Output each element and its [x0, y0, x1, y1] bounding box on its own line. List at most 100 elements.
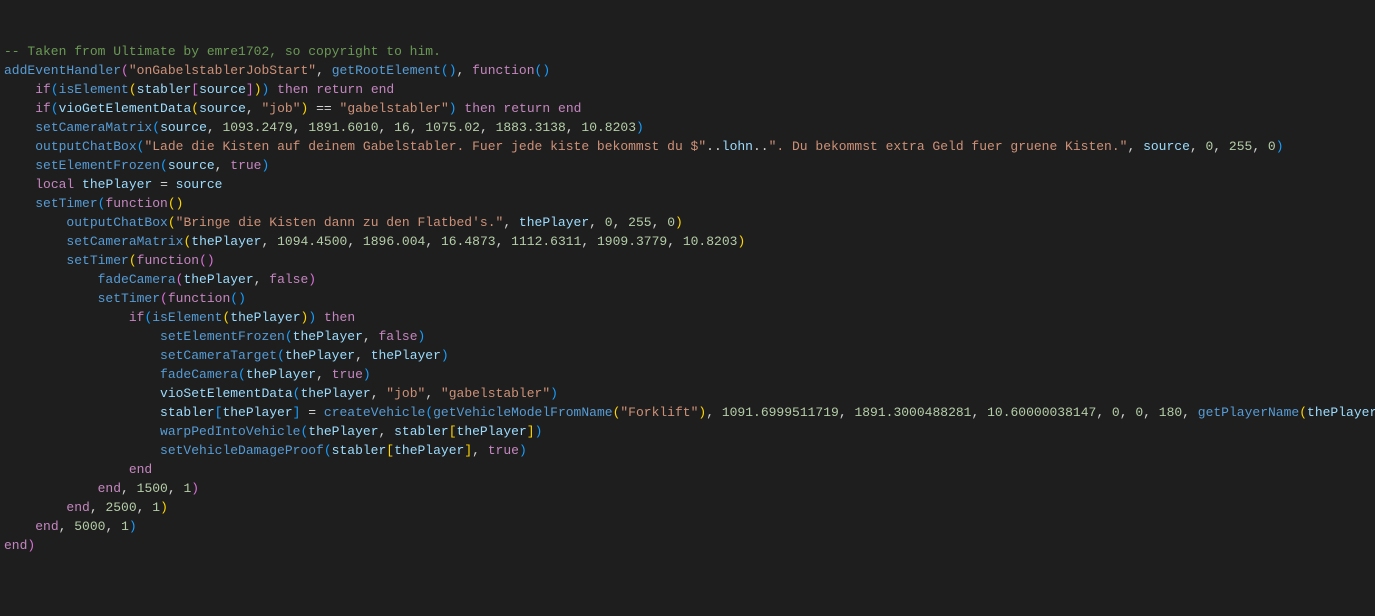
num: 0	[667, 215, 675, 230]
num: 10.8203	[683, 234, 738, 249]
id-thePlayer: thePlayer	[82, 177, 152, 192]
str-chat1a: "Lade die Kisten auf deinem Gabelstabler…	[144, 139, 706, 154]
num: 2500	[105, 500, 136, 515]
kw-end: end	[35, 519, 58, 534]
str-chat1b: ". Du bekommst extra Geld fuer gruene Ki…	[769, 139, 1128, 154]
fn-isElement: isElement	[152, 310, 222, 325]
kw-function: function	[168, 291, 230, 306]
num: 1091.6999511719	[722, 405, 839, 420]
id-thePlayer: thePlayer	[285, 348, 355, 363]
str-gabelstabler: "gabelstabler"	[340, 101, 449, 116]
num: 1093.2479	[222, 120, 292, 135]
id-thePlayer: thePlayer	[519, 215, 589, 230]
num: 1075.02	[425, 120, 480, 135]
id-thePlayer: thePlayer	[300, 386, 370, 401]
id-thePlayer: thePlayer	[293, 329, 363, 344]
fn-fadeCamera: fadeCamera	[98, 272, 176, 287]
string-event: "onGabelstablerJobStart"	[129, 63, 316, 78]
kw-return: return	[503, 101, 550, 116]
num: 1094.4500	[277, 234, 347, 249]
id-thePlayer: thePlayer	[371, 348, 441, 363]
num: 10.8203	[581, 120, 636, 135]
id-source: source	[160, 120, 207, 135]
num: 255	[628, 215, 651, 230]
fn-getRootElement: getRootElement	[332, 63, 441, 78]
id-stabler: stabler	[137, 82, 192, 97]
fn-setVehicleDamageProof: setVehicleDamageProof	[160, 443, 324, 458]
num: 1	[121, 519, 129, 534]
fn-setCameraMatrix: setCameraMatrix	[66, 234, 183, 249]
fn-setElementFrozen: setElementFrozen	[35, 158, 160, 173]
num: 16	[394, 120, 410, 135]
id-thePlayer: thePlayer	[1307, 405, 1375, 420]
kw-end: end	[66, 500, 89, 515]
fn-setTimer: setTimer	[66, 253, 128, 268]
kw-end: end	[558, 101, 581, 116]
num: 0	[605, 215, 613, 230]
fn-createVehicle: createVehicle	[324, 405, 425, 420]
fn-outputChatBox: outputChatBox	[66, 215, 167, 230]
kw-if: if	[129, 310, 145, 325]
num: 10.60000038147	[987, 405, 1096, 420]
str-gabelstabler: "gabelstabler"	[441, 386, 550, 401]
num: 1896.004	[363, 234, 425, 249]
str-chat2: "Bringe die Kisten dann zu den Flatbed's…	[176, 215, 504, 230]
kw-return: return	[316, 82, 363, 97]
str-forklift: "Forklift"	[620, 405, 698, 420]
fn-vioSetElementData: vioSetElementData	[160, 386, 293, 401]
str-job: "job"	[262, 101, 301, 116]
id-thePlayer: thePlayer	[246, 367, 316, 382]
kw-function: function	[137, 253, 199, 268]
kw-then: then	[324, 310, 355, 325]
id-stabler: stabler	[394, 424, 449, 439]
num: 5000	[74, 519, 105, 534]
num: 180	[1159, 405, 1182, 420]
num: 255	[1229, 139, 1252, 154]
num: 1883.3138	[496, 120, 566, 135]
id-source: source	[1143, 139, 1190, 154]
id-thePlayer: thePlayer	[394, 443, 464, 458]
num: 1112.6311	[511, 234, 581, 249]
kw-if: if	[35, 101, 51, 116]
fn-warpPedIntoVehicle: warpPedIntoVehicle	[160, 424, 300, 439]
num: 1500	[137, 481, 168, 496]
fn-outputChatBox: outputChatBox	[35, 139, 136, 154]
fn-setTimer: setTimer	[98, 291, 160, 306]
kw-then: then	[464, 101, 495, 116]
kw-function: function	[472, 63, 534, 78]
num: 1909.3779	[597, 234, 667, 249]
fn-setTimer: setTimer	[35, 196, 97, 211]
kw-then: then	[277, 82, 308, 97]
kw-local: local	[35, 177, 74, 192]
fn-setCameraMatrix: setCameraMatrix	[35, 120, 152, 135]
fn-isElement: isElement	[59, 82, 129, 97]
num: 1	[152, 500, 160, 515]
num: 0	[1112, 405, 1120, 420]
id-source: source	[176, 177, 223, 192]
kw-function: function	[105, 196, 167, 211]
fn-getPlayerName: getPlayerName	[1198, 405, 1299, 420]
num: 0	[1268, 139, 1276, 154]
id-thePlayer: thePlayer	[191, 234, 261, 249]
fn-setCameraTarget: setCameraTarget	[160, 348, 277, 363]
id-stabler: stabler	[160, 405, 215, 420]
kw-true: true	[332, 367, 363, 382]
num: 16.4873	[441, 234, 496, 249]
id-thePlayer: thePlayer	[457, 424, 527, 439]
fn-getVehicleModelFromName: getVehicleModelFromName	[433, 405, 612, 420]
id-source: source	[168, 158, 215, 173]
kw-true: true	[488, 443, 519, 458]
kw-true: true	[230, 158, 261, 173]
kw-end: end	[129, 462, 152, 477]
fn-vioGetElementData: vioGetElementData	[59, 101, 192, 116]
kw-false: false	[379, 329, 418, 344]
kw-end: end	[4, 538, 27, 553]
num: 0	[1135, 405, 1143, 420]
num: 1891.3000488281	[854, 405, 971, 420]
kw-end: end	[98, 481, 121, 496]
kw-if: if	[35, 82, 51, 97]
code-editor[interactable]: -- Taken from Ultimate by emre1702, so c…	[4, 42, 1371, 555]
id-thePlayer: thePlayer	[230, 310, 300, 325]
num: 1891.6010	[308, 120, 378, 135]
kw-end: end	[371, 82, 394, 97]
